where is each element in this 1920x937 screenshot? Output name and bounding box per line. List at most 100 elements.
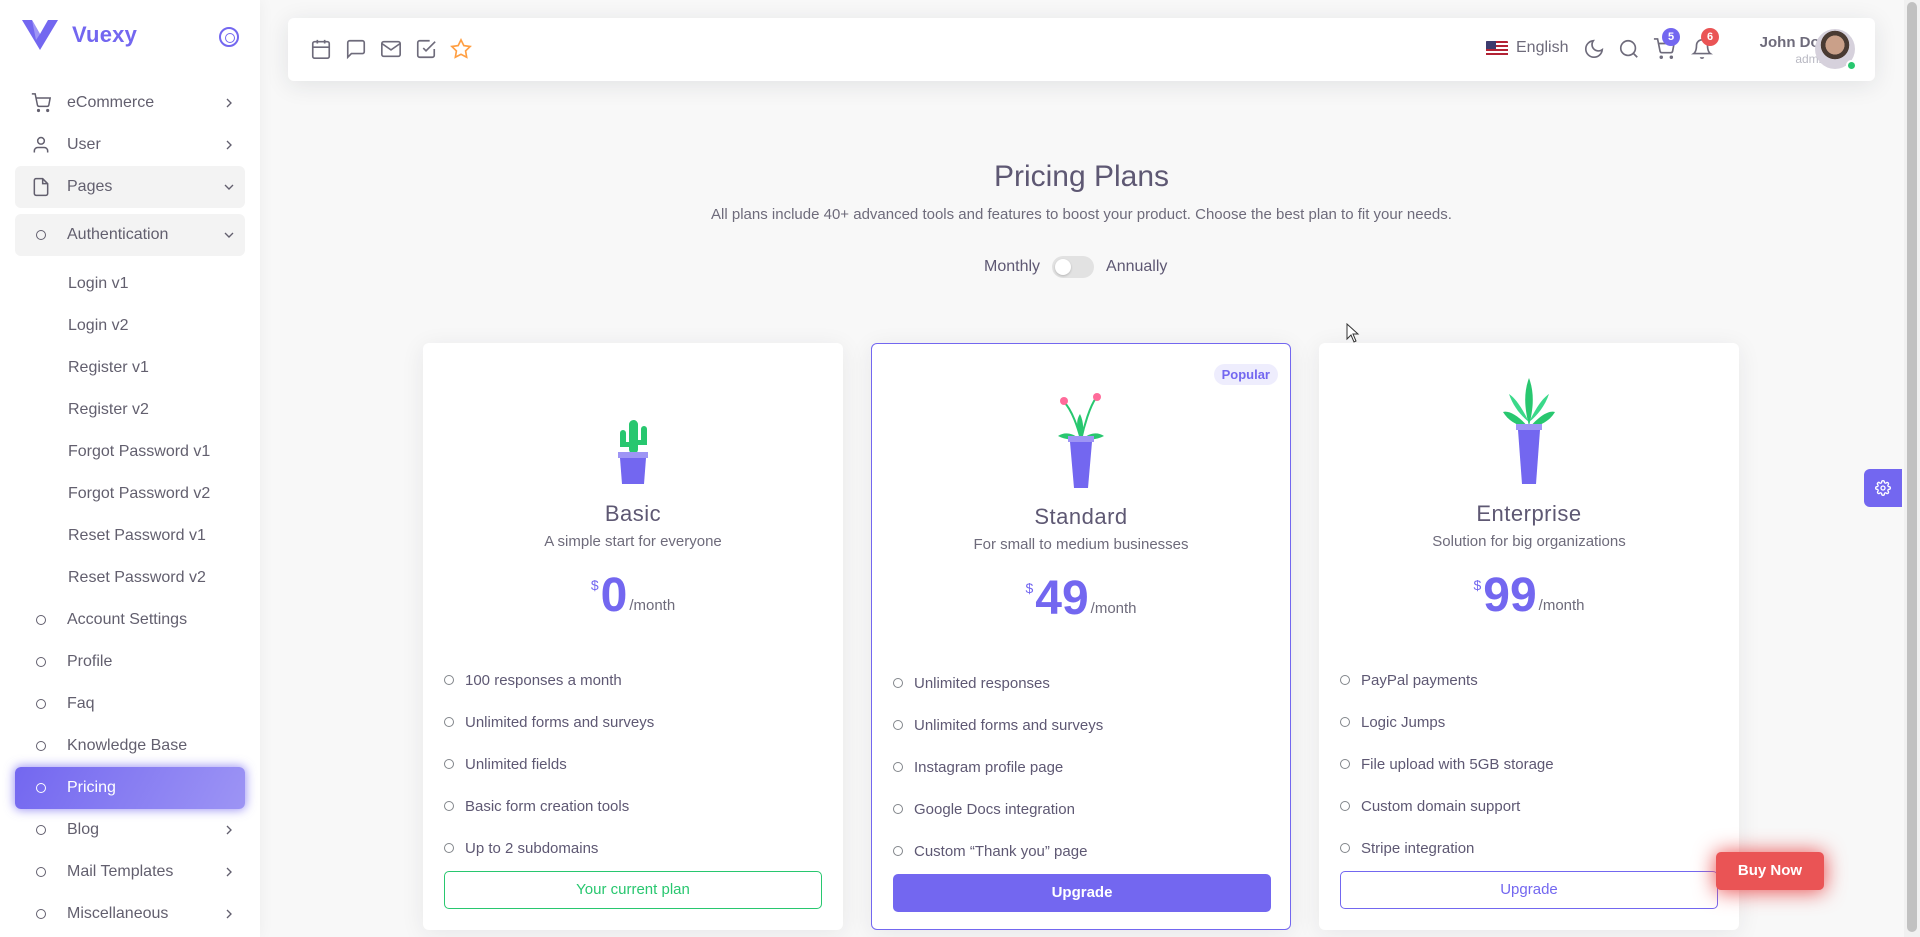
plan-description: Solution for big organizations <box>1432 533 1626 550</box>
sidebar-item-profile[interactable]: Profile <box>15 641 245 683</box>
circle-icon <box>29 650 53 674</box>
search-icon[interactable] <box>1618 38 1640 60</box>
feature-text: Logic Jumps <box>1361 713 1446 731</box>
sidebar-item-user[interactable]: User <box>15 124 245 166</box>
sidebar-item-authentication[interactable]: Authentication <box>15 214 245 256</box>
pricing-card-enterprise: Enterprise Solution for big organization… <box>1319 343 1739 930</box>
brand[interactable]: Vuexy <box>22 20 137 50</box>
list-item: Unlimited responses <box>893 662 1273 704</box>
sidebar-item-label: Knowledge Base <box>67 737 188 754</box>
pricing-card-basic: Basic A simple start for everyone $ 0 /m… <box>423 343 843 930</box>
list-item: Unlimited fields <box>444 743 824 785</box>
upgrade-button[interactable]: Upgrade <box>1340 871 1718 909</box>
sidebar-item-knowledge-base[interactable]: Knowledge Base <box>15 725 245 767</box>
price-amount: 99 <box>1483 569 1537 622</box>
circle-icon <box>29 223 53 247</box>
circle-icon <box>893 762 903 772</box>
list-item: Basic form creation tools <box>444 785 824 827</box>
popular-badge: Popular <box>1213 364 1278 385</box>
chevron-right-icon <box>226 825 232 835</box>
sidebar-collapse-toggle[interactable] <box>219 27 239 47</box>
sidebar-item-pricing[interactable]: Pricing <box>15 767 245 809</box>
circle-icon <box>29 776 53 800</box>
sidebar-subitem-forgot-password-v2[interactable]: Forgot Password v2 <box>68 485 210 503</box>
cart-count-badge: 5 <box>1662 28 1680 46</box>
price-period: /month <box>1538 597 1585 614</box>
gear-icon <box>1875 480 1891 496</box>
main-sidebar: Vuexy eCommerce User Pages Authenticatio… <box>0 0 260 937</box>
circle-icon <box>893 678 903 688</box>
todo-check-icon[interactable] <box>415 38 437 60</box>
sidebar-subitem-register-v2[interactable]: Register v2 <box>68 401 149 419</box>
circle-icon <box>29 860 53 884</box>
circle-icon <box>29 734 53 758</box>
feature-text: Unlimited forms and surveys <box>914 716 1104 734</box>
sidebar-subitem-reset-password-v2[interactable]: Reset Password v2 <box>68 569 206 587</box>
circle-icon <box>893 846 903 856</box>
chat-icon[interactable] <box>345 38 367 60</box>
sidebar-item-label: Authentication <box>67 226 169 243</box>
sidebar-item-pages[interactable]: Pages <box>15 166 245 208</box>
plan-description: A simple start for everyone <box>544 533 722 550</box>
mail-icon[interactable] <box>380 38 402 60</box>
circle-icon <box>444 717 454 727</box>
plan-name: Basic <box>604 501 662 526</box>
star-icon[interactable] <box>450 38 472 60</box>
plan-price: $ 99 /month <box>1319 569 1739 623</box>
sidebar-subitem-login-v2[interactable]: Login v2 <box>68 317 129 335</box>
feature-text: Instagram profile page <box>914 758 1064 776</box>
list-item: Stripe integration <box>1340 827 1720 869</box>
feature-text: Unlimited fields <box>465 755 567 773</box>
sidebar-item-mail-templates[interactable]: Mail Templates <box>15 851 245 893</box>
circle-icon <box>444 759 454 769</box>
notification-count-badge: 6 <box>1701 28 1719 46</box>
buy-now-button[interactable]: Buy Now <box>1716 852 1824 890</box>
sidebar-item-faq[interactable]: Faq <box>15 683 245 725</box>
circle-icon <box>1340 759 1350 769</box>
circle-icon <box>444 801 454 811</box>
theme-customizer-toggle[interactable] <box>1864 469 1902 507</box>
sidebar-item-ecommerce[interactable]: eCommerce <box>15 82 245 124</box>
price-period: /month <box>1090 600 1137 617</box>
feature-text: PayPal payments <box>1361 671 1478 689</box>
list-item: Google Docs integration <box>893 788 1273 830</box>
feature-text: Unlimited forms and surveys <box>465 713 655 731</box>
sidebar-item-account-settings[interactable]: Account Settings <box>15 599 245 641</box>
list-item: Custom “Thank you” page <box>893 830 1273 872</box>
sidebar-item-blog[interactable]: Blog <box>15 809 245 851</box>
user-dropdown[interactable]: John Doe admin <box>1734 34 1828 66</box>
sidebar-item-label: Profile <box>67 653 113 670</box>
current-plan-button[interactable]: Your current plan <box>444 871 822 909</box>
annually-label: Annually <box>1106 258 1168 275</box>
sidebar-subitem-forgot-password-v1[interactable]: Forgot Password v1 <box>68 443 210 461</box>
mouse-cursor-icon <box>1346 323 1360 343</box>
top-navbar: English 5 6 John Doe admin <box>288 18 1875 81</box>
flower-plant-icon <box>1058 393 1104 488</box>
page-title: Pricing Plans <box>993 160 1170 193</box>
sidebar-subitem-register-v1[interactable]: Register v1 <box>68 359 149 377</box>
language-label: English <box>1516 39 1569 56</box>
list-item: Custom domain support <box>1340 785 1720 827</box>
circle-icon <box>893 720 903 730</box>
us-flag-icon <box>1486 40 1508 56</box>
sidebar-item-label: Blog <box>67 821 100 838</box>
moon-icon[interactable] <box>1583 38 1605 60</box>
language-dropdown[interactable]: English <box>1486 39 1568 57</box>
circle-icon <box>444 843 454 853</box>
plan-description: For small to medium businesses <box>973 536 1189 553</box>
page-scrollbar[interactable] <box>1904 0 1920 937</box>
chevron-right-icon <box>226 98 232 108</box>
plan-price: $ 49 /month <box>872 572 1290 626</box>
circle-icon <box>444 675 454 685</box>
calendar-icon[interactable] <box>310 38 332 60</box>
sidebar-item-label: eCommerce <box>67 94 155 111</box>
sidebar-subitem-login-v1[interactable]: Login v1 <box>68 275 129 293</box>
scrollbar-thumb[interactable] <box>1907 2 1917 932</box>
chevron-right-icon <box>226 140 232 150</box>
currency-symbol: $ <box>1473 577 1482 593</box>
list-item: Instagram profile page <box>893 746 1273 788</box>
sidebar-subitem-reset-password-v1[interactable]: Reset Password v1 <box>68 527 206 545</box>
upgrade-button[interactable]: Upgrade <box>893 874 1271 912</box>
billing-switch[interactable] <box>1052 256 1095 278</box>
sidebar-item-miscellaneous[interactable]: Miscellaneous <box>15 893 245 935</box>
